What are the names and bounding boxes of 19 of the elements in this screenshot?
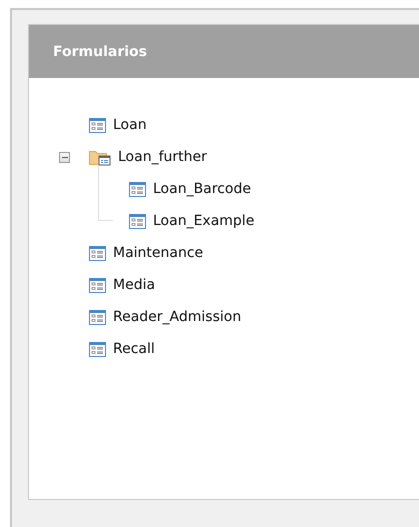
tree-guide-line (98, 165, 113, 221)
form-icon (129, 182, 146, 196)
form-icon (89, 118, 106, 132)
tree-item[interactable]: Reader_Admission (113, 309, 242, 325)
tree-item[interactable]: Loan_Barcode (153, 181, 251, 197)
form-icon (89, 342, 106, 356)
tree-item[interactable]: Loan (113, 117, 147, 133)
form-icon (89, 310, 106, 324)
tree-item[interactable]: Loan_further (118, 149, 207, 165)
form-icon (129, 214, 146, 228)
form-icon (89, 278, 106, 292)
tree-item[interactable]: Recall (113, 341, 155, 357)
form-icon (89, 246, 106, 260)
tree-item[interactable]: Media (113, 277, 156, 293)
folder-icon (89, 148, 111, 166)
tree-item[interactable]: Maintenance (113, 245, 204, 261)
collapse-toggle[interactable] (59, 152, 70, 162)
panel-title: Formularios (53, 44, 147, 60)
tree-item[interactable]: Loan_Example (153, 213, 254, 229)
